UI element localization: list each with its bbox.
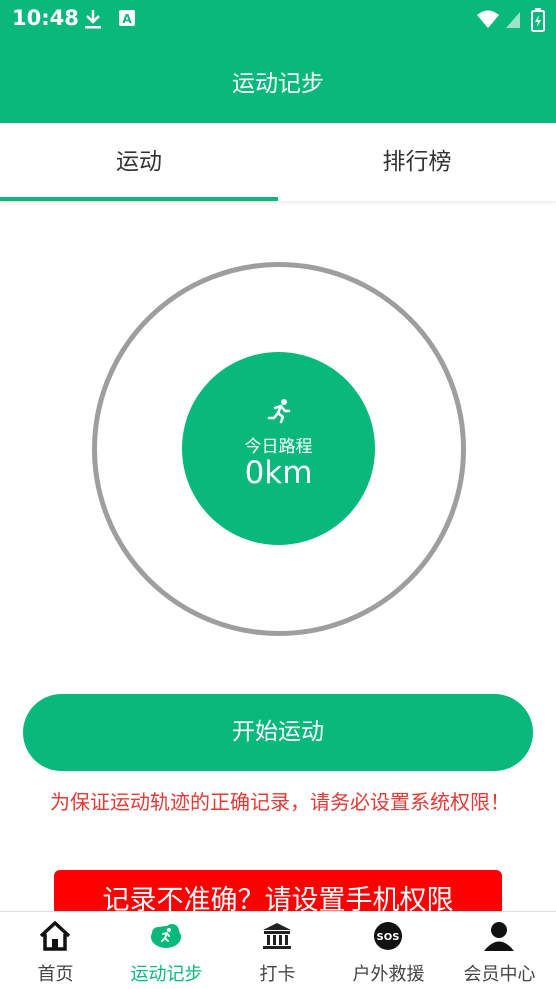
app-header: 10:48 A 运动记步 <box>0 0 556 123</box>
today-distance-value: 0km <box>244 455 313 491</box>
permission-notice: 为保证运动轨迹的正确记录，请务必设置系统权限！ <box>50 790 510 814</box>
svg-text:SOS: SOS <box>377 932 400 943</box>
signal-icon <box>506 12 520 28</box>
nav-rescue-label: 户外救援 <box>352 964 425 985</box>
user-icon <box>484 922 514 951</box>
sos-icon: SOS <box>374 922 402 950</box>
status-bar: 10:48 A <box>0 0 556 38</box>
step-icon <box>151 924 181 948</box>
page-title: 运动记步 <box>232 71 324 97</box>
tab-bar: 运动 排行榜 <box>0 123 556 201</box>
download-icon <box>85 10 101 29</box>
nav-step[interactable]: 运动记步 <box>111 912 222 989</box>
running-icon <box>267 399 291 424</box>
nav-step-label: 运动记步 <box>130 964 203 985</box>
battery-icon <box>531 8 545 32</box>
nav-member-label: 会员中心 <box>463 964 536 985</box>
wifi-icon <box>477 10 499 28</box>
bottom-navigation: 首页 运动记步 打卡 SOS 户外救援 会员中心 <box>0 911 556 989</box>
start-exercise-button[interactable]: 开始运动 <box>23 694 533 771</box>
home-icon <box>39 921 71 951</box>
nav-checkin-label: 打卡 <box>259 964 296 985</box>
nav-home[interactable]: 首页 <box>0 912 111 989</box>
today-distance-label: 今日路程 <box>244 437 313 457</box>
tab-leaderboard[interactable]: 排行榜 <box>278 123 556 201</box>
nav-rescue[interactable]: SOS 户外救援 <box>333 912 444 989</box>
nav-member[interactable]: 会员中心 <box>444 912 555 989</box>
tab-exercise[interactable]: 运动 <box>0 123 278 201</box>
notification-icon: A <box>119 10 135 26</box>
tab-indicator <box>0 197 278 201</box>
svg-text:A: A <box>122 12 132 26</box>
nav-checkin[interactable]: 打卡 <box>222 912 333 989</box>
today-distance-circle: 今日路程 0km <box>182 352 375 545</box>
checkin-icon <box>263 923 291 949</box>
nav-home-label: 首页 <box>37 964 74 985</box>
status-time: 10:48 <box>12 6 79 30</box>
